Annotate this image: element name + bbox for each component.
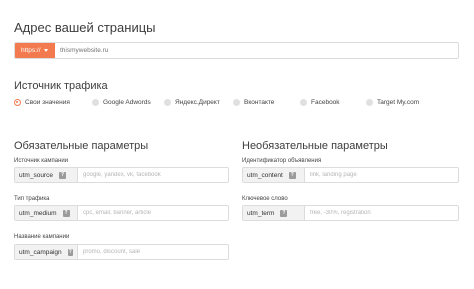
param-tag: utm_campaign ? <box>15 245 78 259</box>
radio-vkontakte[interactable]: Вконтакте <box>233 99 300 106</box>
param-tag-label: utm_content <box>247 171 283 179</box>
help-icon[interactable]: ? <box>62 209 70 217</box>
param-tag-label: utm_term <box>247 209 275 217</box>
field-label: Источник кампании <box>14 158 69 164</box>
param-tag-label: utm_campaign <box>19 248 62 256</box>
utm-medium-field: utm_medium ? <box>14 205 229 221</box>
url-row: https:// <box>14 42 459 59</box>
param-tag-label: utm_medium <box>19 209 57 217</box>
radio-label: Target My.com <box>377 99 420 106</box>
radio-unchecked-icon <box>164 99 171 106</box>
param-tag: utm_content ? <box>243 168 305 182</box>
utm-source-input[interactable] <box>78 172 228 178</box>
radio-label: Вконтакте <box>244 99 275 106</box>
radio-unchecked-icon <box>300 99 307 106</box>
help-icon[interactable]: ? <box>280 209 288 217</box>
param-tag-label: utm_source <box>19 171 53 179</box>
radio-own-values[interactable]: Свои значения <box>14 99 92 106</box>
radio-unchecked-icon <box>233 99 240 106</box>
field-label: Тип трафика <box>14 196 50 202</box>
help-icon[interactable]: ? <box>67 248 73 256</box>
utm-content-field: utm_content ? <box>242 167 459 183</box>
radio-unchecked-icon <box>366 99 373 106</box>
utm-campaign-field: utm_campaign ? <box>14 244 229 260</box>
param-tag: utm_source ? <box>15 168 78 182</box>
required-params-title: Обязательные параметры <box>14 140 149 152</box>
caret-down-icon <box>43 49 48 52</box>
utm-medium-input[interactable] <box>78 210 228 216</box>
radio-label: Facebook <box>311 99 340 106</box>
radio-target-mycom[interactable]: Target My.com <box>366 99 419 106</box>
optional-params-title: Необязательные параметры <box>242 140 388 152</box>
page-address-title: Адрес вашей страницы <box>14 20 156 35</box>
radio-google-adwords[interactable]: Google Adwords <box>92 99 164 106</box>
help-icon[interactable]: ? <box>58 171 66 179</box>
radio-unchecked-icon <box>92 99 99 106</box>
traffic-source-radio-group: Свои значения Google Adwords Яндекс.Дире… <box>14 99 419 106</box>
traffic-source-title: Источник трафика <box>14 80 108 92</box>
radio-checked-icon <box>14 99 21 106</box>
param-tag: utm_term ? <box>243 206 305 220</box>
radio-yandex-direct[interactable]: Яндекс.Директ <box>164 99 233 106</box>
help-icon[interactable]: ? <box>288 171 296 179</box>
utm-campaign-input[interactable] <box>78 249 228 255</box>
radio-label: Свои значения <box>25 99 70 106</box>
utm-term-field: utm_term ? <box>242 205 459 221</box>
protocol-label: https:// <box>21 47 41 54</box>
field-label: Ключевое слово <box>242 196 288 202</box>
field-label: Идентификатор объявления <box>242 158 322 164</box>
utm-source-field: utm_source ? <box>14 167 229 183</box>
utm-content-input[interactable] <box>305 172 458 178</box>
protocol-dropdown[interactable]: https:// <box>15 43 55 58</box>
utm-term-input[interactable] <box>305 210 458 216</box>
param-tag: utm_medium ? <box>15 206 78 220</box>
radio-label: Google Adwords <box>103 99 151 106</box>
url-input[interactable] <box>55 43 458 58</box>
radio-label: Яндекс.Директ <box>175 99 220 106</box>
field-label: Название кампании <box>14 234 70 240</box>
radio-facebook[interactable]: Facebook <box>300 99 366 106</box>
